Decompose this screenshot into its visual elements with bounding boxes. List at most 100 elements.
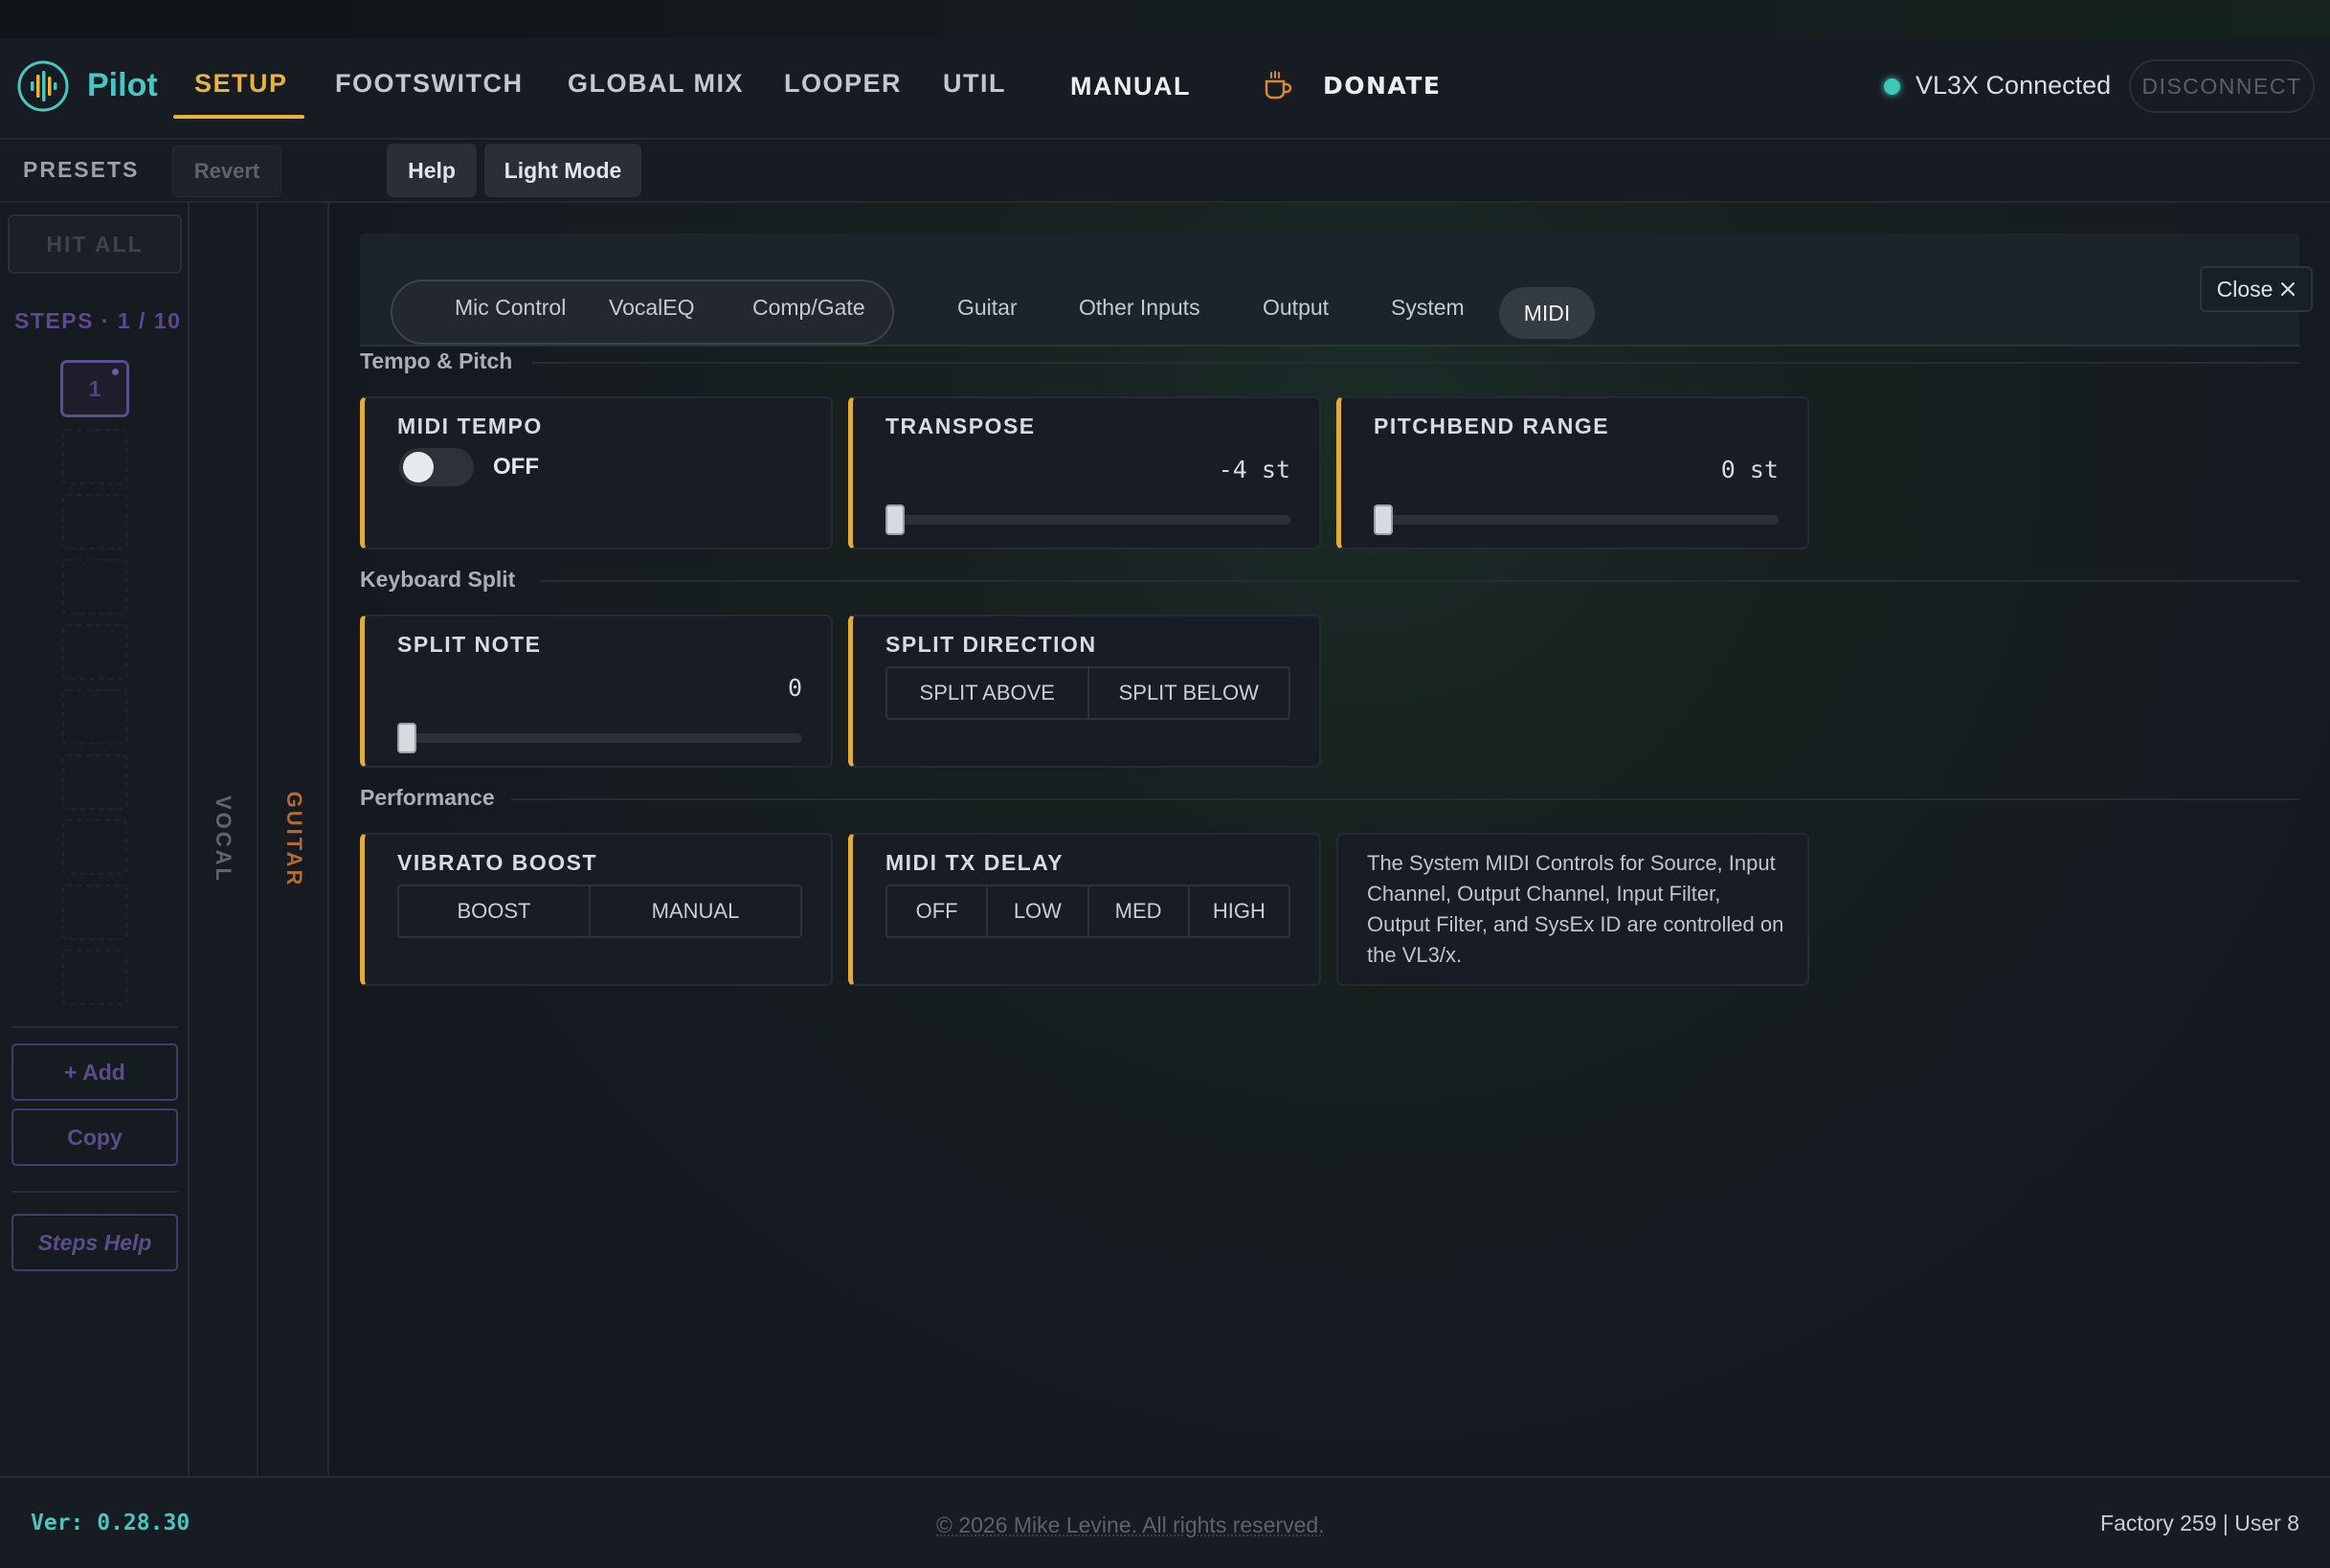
nav-manual-link[interactable]: MANUAL: [1070, 72, 1191, 101]
close-button[interactable]: Close: [2200, 266, 2313, 312]
vibrato-boost-label: VIBRATO BOOST: [397, 850, 598, 875]
tab-other-inputs[interactable]: Other Inputs: [1079, 295, 1200, 321]
help-button[interactable]: Help: [387, 144, 477, 197]
transpose-slider-thumb[interactable]: [885, 504, 905, 535]
step-slot-1[interactable]: 1: [60, 360, 129, 417]
copyright-link[interactable]: © 2026 Mike Levine. All rights reserved.: [936, 1512, 1325, 1538]
split-below-button[interactable]: SPLIT BELOW: [1089, 668, 1289, 718]
split-note-label: SPLIT NOTE: [397, 632, 542, 657]
manual-button[interactable]: MANUAL: [591, 886, 800, 936]
boost-button[interactable]: BOOST: [399, 886, 591, 936]
split-direction-selector: SPLIT ABOVE SPLIT BELOW: [885, 666, 1290, 720]
split-note-slider-thumb[interactable]: [397, 723, 416, 753]
top-navigation-bar: Pilot SETUP FOOTSWITCH GLOBAL MIX LOOPER…: [0, 38, 2330, 140]
steps-counter: STEPS · 1 / 10: [14, 308, 182, 333]
section-divider: [540, 580, 2299, 582]
sidebar-divider: [11, 1026, 178, 1028]
delay-low-button[interactable]: LOW: [988, 886, 1089, 936]
tab-vocaleq[interactable]: VocalEQ: [609, 295, 695, 321]
pitchbend-range-label: PITCHBEND RANGE: [1374, 414, 1610, 438]
revert-button[interactable]: Revert: [172, 146, 281, 197]
panel-tab-bar: Mic Control VocalEQ Comp/Gate Guitar Oth…: [360, 234, 2313, 347]
nav-tab-setup[interactable]: SETUP: [194, 69, 288, 99]
section-divider: [511, 798, 2299, 800]
midi-tx-delay-selector: OFF LOW MED HIGH: [885, 885, 1290, 938]
disconnect-button[interactable]: DISCONNECT: [2129, 59, 2315, 113]
split-note-slider[interactable]: [397, 723, 802, 753]
sidebar-divider: [11, 1191, 178, 1193]
transpose-label: TRANSPOSE: [885, 414, 1036, 438]
midi-tempo-label: MIDI TEMPO: [397, 414, 543, 438]
system-midi-note: The System MIDI Controls for Source, Inp…: [1367, 851, 1784, 967]
tab-comp-gate[interactable]: Comp/Gate: [752, 295, 865, 321]
vocal-column[interactable]: VOCAL: [190, 203, 258, 1476]
coffee-cup-icon[interactable]: [1262, 69, 1294, 101]
delay-off-button[interactable]: OFF: [887, 886, 989, 936]
transpose-slider[interactable]: [885, 504, 1290, 535]
pitchbend-range-slider-thumb[interactable]: [1374, 504, 1393, 535]
step-slot-3[interactable]: [62, 494, 127, 549]
close-icon: [2281, 282, 2296, 296]
step-slot-4[interactable]: [62, 559, 127, 615]
split-above-button[interactable]: SPLIT ABOVE: [887, 668, 1089, 718]
tab-system[interactable]: System: [1391, 295, 1465, 321]
split-note-value: 0: [787, 674, 802, 702]
add-step-button[interactable]: + Add: [11, 1043, 178, 1101]
midi-tx-delay-label: MIDI TX DELAY: [885, 850, 1064, 875]
midi-tempo-toggle[interactable]: [399, 448, 474, 486]
donate-link[interactable]: DONATE: [1323, 72, 1441, 100]
presets-toolbar: PRESETS Revert Help Light Mode: [0, 142, 2330, 203]
step-slot-6[interactable]: [62, 689, 127, 745]
tab-mic-control[interactable]: Mic Control: [455, 295, 566, 321]
nav-tab-looper[interactable]: LOOPER: [784, 69, 902, 99]
step-slot-8[interactable]: [62, 819, 127, 875]
step-indicator-dot: [112, 369, 119, 375]
section-divider: [532, 362, 2299, 364]
system-midi-note-card: The System MIDI Controls for Source, Inp…: [1336, 833, 1809, 986]
connection-status: VL3X Connected: [1916, 71, 2112, 100]
transpose-value: -4 st: [1218, 456, 1290, 483]
step-slot-10[interactable]: [62, 950, 127, 1005]
midi-tempo-state: OFF: [493, 454, 539, 480]
copy-step-button[interactable]: Copy: [11, 1109, 178, 1166]
preset-counts: Factory 259 | User 8: [2100, 1511, 2299, 1535]
section-title-tempo-pitch: Tempo & Pitch: [360, 348, 513, 373]
guitar-column[interactable]: GUITAR: [260, 203, 329, 1476]
split-direction-label: SPLIT DIRECTION: [885, 632, 1097, 657]
midi-tx-delay-card: MIDI TX DELAY OFF LOW MED HIGH: [848, 833, 1321, 986]
hit-all-button[interactable]: HIT ALL: [8, 214, 182, 274]
midi-tempo-card: MIDI TEMPO OFF: [360, 396, 833, 549]
split-note-card: SPLIT NOTE 0: [360, 615, 833, 768]
step-slot-5[interactable]: [62, 624, 127, 680]
pitchbend-range-slider[interactable]: [1374, 504, 1779, 535]
nav-tab-util[interactable]: UTIL: [943, 69, 1006, 99]
vocal-column-label: VOCAL: [212, 795, 235, 884]
steps-sidebar: HIT ALL STEPS · 1 / 10 1 + Add Copy Step…: [0, 203, 190, 1476]
presets-label[interactable]: PRESETS: [23, 157, 139, 183]
active-tab-underline: [173, 115, 304, 119]
section-title-keyboard-split: Keyboard Split: [360, 567, 516, 592]
vibrato-boost-card: VIBRATO BOOST BOOST MANUAL: [360, 833, 833, 986]
setup-panel: Mic Control VocalEQ Comp/Gate Guitar Oth…: [329, 203, 2330, 1476]
toggle-knob: [403, 452, 434, 482]
nav-tab-footswitch[interactable]: FOOTSWITCH: [335, 69, 523, 99]
step-slot-7[interactable]: [62, 754, 127, 810]
delay-high-button[interactable]: HIGH: [1190, 886, 1288, 936]
close-label: Close: [2216, 276, 2274, 302]
nav-tab-global-mix[interactable]: GLOBAL MIX: [568, 69, 744, 99]
delay-med-button[interactable]: MED: [1089, 886, 1190, 936]
vibrato-boost-selector: BOOST MANUAL: [397, 885, 802, 938]
transpose-card: TRANSPOSE -4 st: [848, 396, 1321, 549]
tab-output[interactable]: Output: [1263, 295, 1329, 321]
tab-guitar[interactable]: Guitar: [957, 295, 1018, 321]
step-number: 1: [88, 375, 101, 401]
pitchbend-range-value: 0 st: [1720, 456, 1779, 483]
light-mode-button[interactable]: Light Mode: [484, 144, 641, 197]
version-label: Ver: 0.28.30: [31, 1511, 190, 1535]
steps-help-button[interactable]: Steps Help: [11, 1214, 178, 1271]
waveform-logo-icon: [17, 60, 69, 112]
pitchbend-range-card: PITCHBEND RANGE 0 st: [1336, 396, 1809, 549]
step-slot-2[interactable]: [62, 429, 127, 484]
step-slot-9[interactable]: [62, 885, 127, 940]
tab-midi[interactable]: MIDI: [1499, 287, 1595, 339]
